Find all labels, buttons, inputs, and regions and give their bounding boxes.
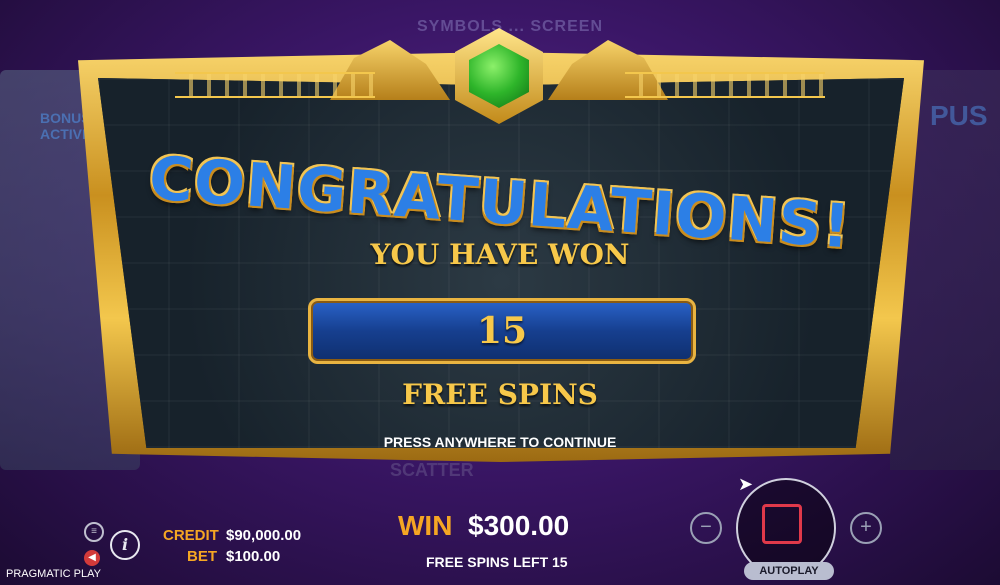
scroll-ornament-left bbox=[175, 72, 375, 98]
brand-logo: PRAGMATIC PLAY bbox=[6, 568, 101, 580]
sound-icon[interactable]: ◀ bbox=[84, 550, 100, 566]
info-icon[interactable]: i bbox=[110, 530, 140, 560]
free-spins-count-bar: 15 bbox=[308, 298, 696, 364]
dialog-subtitle: YOU HAVE WON bbox=[370, 238, 630, 271]
win-label: WIN bbox=[398, 510, 453, 541]
bet-label: BET bbox=[187, 548, 217, 565]
plus-icon[interactable]: + bbox=[850, 512, 882, 544]
cursor-icon: ➤ bbox=[738, 474, 754, 494]
autoplay-button[interactable]: AUTOPLAY bbox=[744, 562, 834, 580]
continue-prompt[interactable]: PRESS ANYWHERE TO CONTINUE bbox=[300, 434, 700, 450]
background-top-text: SYMBOLS ... SCREEN bbox=[416, 18, 604, 35]
minus-icon[interactable]: − bbox=[690, 512, 722, 544]
background-scatter-text: SCATTER bbox=[390, 460, 474, 480]
background-right-text: PUS bbox=[930, 100, 988, 131]
menu-icon[interactable]: ≡ bbox=[84, 522, 104, 542]
free-spins-count: 15 bbox=[476, 310, 528, 352]
stop-icon[interactable] bbox=[762, 504, 802, 544]
credit-label: CREDIT bbox=[163, 527, 219, 544]
win-value: $300.00 bbox=[468, 510, 570, 541]
free-spins-label: FREE SPINS bbox=[402, 378, 598, 411]
free-spins-left: FREE SPINS LEFT 15 bbox=[426, 554, 568, 570]
credit-value: $90,000.00 bbox=[226, 527, 302, 544]
scroll-ornament-right bbox=[625, 72, 825, 98]
bet-value: $100.00 bbox=[226, 548, 281, 565]
